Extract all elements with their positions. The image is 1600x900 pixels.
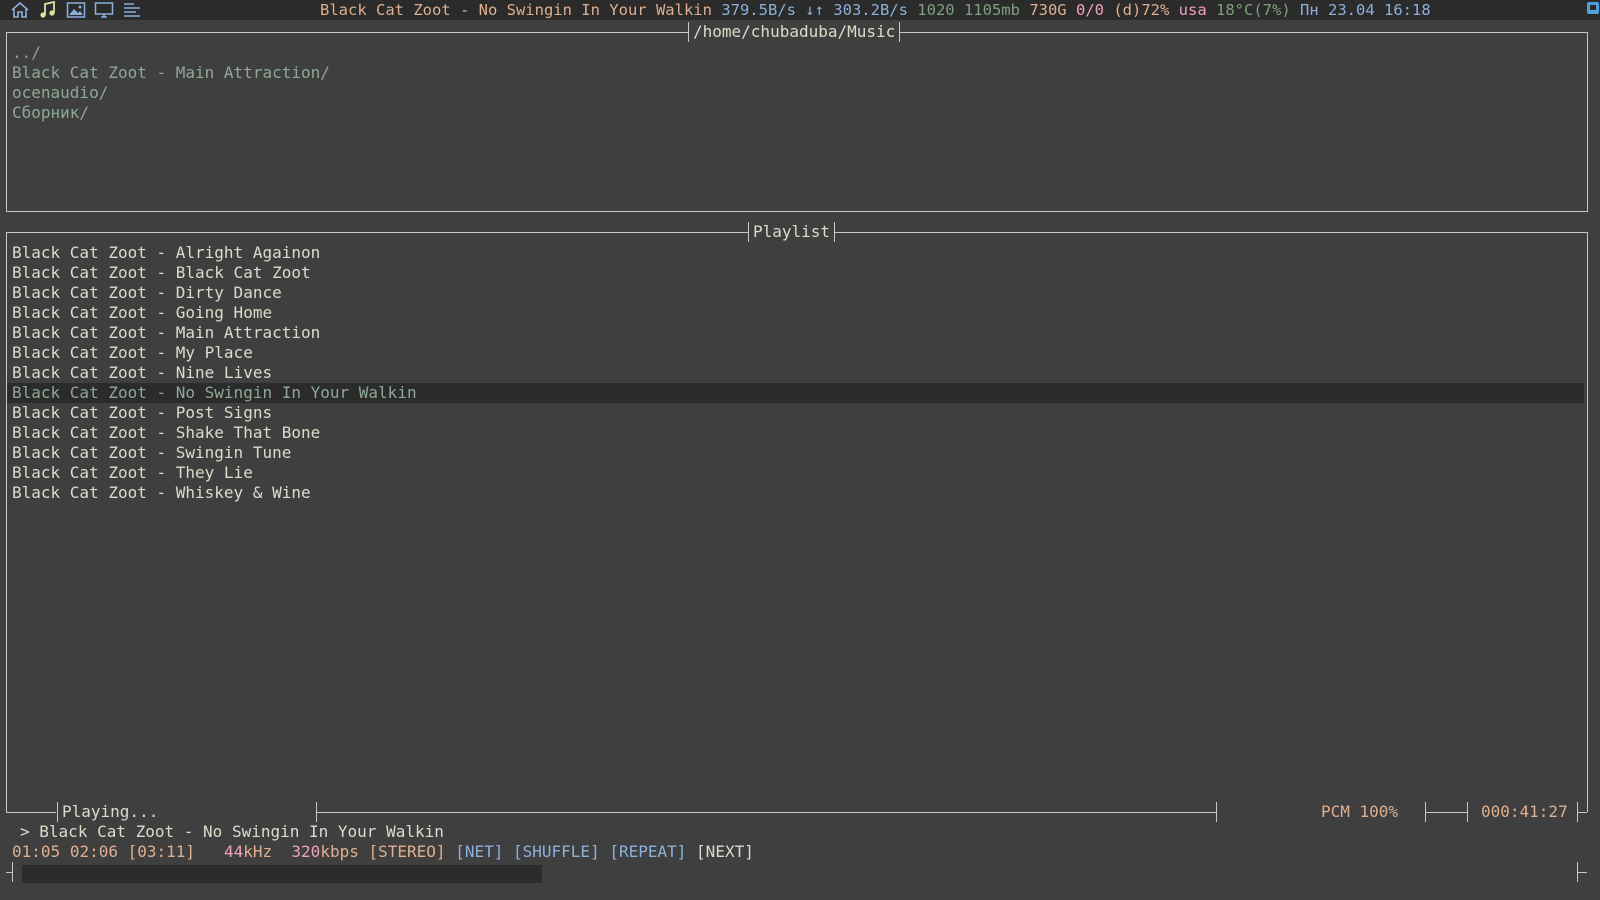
playlist-item[interactable]: Black Cat Zoot - Going Home [12, 303, 272, 323]
playlist-item[interactable]: Black Cat Zoot - Shake That Bone [12, 423, 320, 443]
elapsed-time: 01:05 [12, 842, 61, 861]
next-toggle[interactable]: [NEXT] [696, 842, 754, 861]
frame-tick [1467, 802, 1468, 822]
repeat-toggle[interactable]: [REPEAT] [609, 842, 686, 861]
playback-info-line: 01:05 02:06 [03:11] 44kHz 320kbps [STERE… [12, 842, 754, 862]
dir-entry[interactable]: ../ [12, 43, 41, 63]
stereo-indicator: [STEREO] [368, 842, 446, 861]
net-toggle[interactable]: [NET] [455, 842, 503, 861]
frame-line [6, 812, 56, 813]
frame-line [316, 812, 1216, 813]
mixer-volume[interactable]: PCM 100% [1321, 802, 1398, 822]
playlist-item[interactable]: Black Cat Zoot - They Lie [12, 463, 253, 483]
net-arrows: ↓↑ [805, 1, 824, 19]
track-duration: [03:11] [127, 842, 196, 861]
playback-state: Playing... [62, 802, 159, 821]
playlist-title: Playlist [748, 222, 836, 242]
home-icon[interactable] [10, 1, 30, 19]
tray-app-icon[interactable] [1586, 0, 1600, 14]
image-icon[interactable] [66, 1, 86, 19]
dir-entry[interactable]: ocenaudio/ [12, 83, 108, 103]
dir-entry[interactable]: Сборник/ [12, 103, 89, 123]
current-track-title: Black Cat Zoot - No Swingin In Your Walk… [39, 822, 444, 841]
mail-count: 0/0 [1075, 1, 1104, 19]
bitrate-value: 320 [291, 842, 321, 861]
net-down-speed: 379.5B/s [721, 1, 796, 19]
now-playing-title: Black Cat Zoot - No Swingin In Your Walk… [320, 1, 712, 19]
net-up-speed: 303.2B/s [833, 1, 908, 19]
cpu-frequency: 1020 [917, 1, 955, 19]
frame-line [1577, 872, 1587, 873]
playlist-item[interactable]: Black Cat Zoot - Post Signs [12, 403, 272, 423]
current-track-line: > Black Cat Zoot - No Swingin In Your Wa… [20, 822, 444, 842]
temperature: 18°C(7%) [1216, 1, 1291, 19]
bitrate-unit: kbps [320, 842, 359, 861]
total-playlist-time: 000:41:27 [1481, 802, 1568, 821]
top-status-bar: Black Cat Zoot - No Swingin In Your Walk… [0, 0, 1600, 20]
memory-usage: 1105mb [963, 1, 1020, 19]
playlist-item-selected[interactable]: Black Cat Zoot - No Swingin In Your Walk… [12, 383, 417, 403]
battery-level: (d)72% [1113, 1, 1170, 19]
shuffle-toggle[interactable]: [SHUFFLE] [513, 842, 600, 861]
sample-rate-value: 44 [223, 842, 244, 861]
date-time: Пн 23.04 16:18 [1300, 1, 1431, 19]
playlist-item[interactable]: Black Cat Zoot - Main Attraction [12, 323, 320, 343]
playlist-panel: Playlist Black Cat Zoot - Alright Againo… [6, 222, 1588, 812]
playlist-item[interactable]: Black Cat Zoot - Black Cat Zoot [12, 263, 311, 283]
music-note-icon[interactable] [38, 0, 58, 19]
frame-tick [57, 802, 58, 822]
status-line: Black Cat Zoot - No Swingin In Your Walk… [320, 0, 1431, 20]
file-browser-path: /home/chubaduba/Music [688, 22, 901, 42]
menu-lines-icon[interactable] [122, 1, 142, 19]
file-browser-panel: /home/chubaduba/Music ../ Black Cat Zoot… [6, 22, 1588, 212]
launcher-icons [10, 0, 142, 20]
frame-line [1425, 812, 1467, 813]
frame-line [1577, 812, 1587, 813]
play-indicator-icon: > [20, 822, 30, 841]
monitor-icon[interactable] [94, 1, 114, 19]
keyboard-layout: usa [1178, 1, 1207, 19]
progress-bar[interactable] [22, 865, 542, 883]
disk-free: 730G [1029, 1, 1067, 19]
playlist-item[interactable]: Black Cat Zoot - My Place [12, 343, 253, 363]
playlist-item[interactable]: Black Cat Zoot - Alright Againon [12, 243, 320, 263]
playlist-item[interactable]: Black Cat Zoot - Nine Lives [12, 363, 272, 383]
playlist-item[interactable]: Black Cat Zoot - Dirty Dance [12, 283, 282, 303]
playlist-item[interactable]: Black Cat Zoot - Swingin Tune [12, 443, 291, 463]
playlist-item[interactable]: Black Cat Zoot - Whiskey & Wine [12, 483, 311, 503]
dir-entry[interactable]: Black Cat Zoot - Main Attraction/ [12, 63, 330, 83]
remaining-time: 02:06 [69, 842, 118, 861]
frame-tick [1216, 802, 1217, 822]
frame-line [6, 872, 13, 873]
sample-rate-unit: kHz [243, 842, 273, 861]
